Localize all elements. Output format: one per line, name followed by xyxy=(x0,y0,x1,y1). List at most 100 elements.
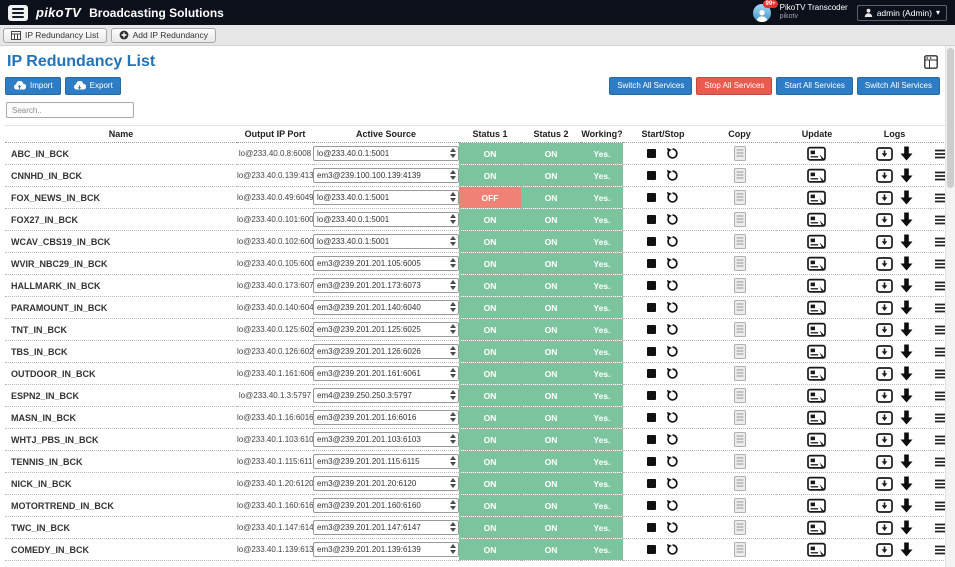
download-icon[interactable] xyxy=(900,388,913,403)
stop-icon[interactable] xyxy=(647,259,657,269)
log-file-icon[interactable] xyxy=(875,168,893,183)
stop-icon[interactable] xyxy=(647,149,657,159)
copy-icon[interactable] xyxy=(733,410,746,426)
update-icon[interactable] xyxy=(806,520,828,536)
user-menu[interactable]: admin (Admin) ▾ xyxy=(856,4,947,21)
active-source-select[interactable]: em3@239.201.201.173:6073 xyxy=(313,278,459,294)
log-file-icon[interactable] xyxy=(875,432,893,447)
stop-icon[interactable] xyxy=(647,347,657,357)
stop-icon[interactable] xyxy=(647,457,657,467)
stop-icon[interactable] xyxy=(647,215,657,225)
vertical-scrollbar[interactable] xyxy=(945,46,955,567)
log-file-icon[interactable] xyxy=(875,300,893,315)
restart-icon[interactable] xyxy=(666,213,679,226)
download-icon[interactable] xyxy=(900,454,913,469)
copy-icon[interactable] xyxy=(733,278,746,294)
log-file-icon[interactable] xyxy=(875,212,893,227)
active-source-select[interactable]: em3@239.201.201.161:6061 xyxy=(313,366,459,382)
stop-icon[interactable] xyxy=(647,171,657,181)
log-file-icon[interactable] xyxy=(875,278,893,293)
update-icon[interactable] xyxy=(806,476,828,492)
active-source-select[interactable]: lo@233.40.0.1:5001 xyxy=(313,190,459,206)
download-icon[interactable] xyxy=(900,344,913,359)
update-icon[interactable] xyxy=(806,278,828,294)
active-source-select[interactable]: lo@233.40.0.1:5001 xyxy=(313,212,459,228)
download-icon[interactable] xyxy=(900,476,913,491)
export-button[interactable]: Export xyxy=(64,77,121,95)
log-file-icon[interactable] xyxy=(875,190,893,205)
avatar[interactable]: 99+ xyxy=(752,0,778,22)
active-source-select[interactable]: em3@239.201.201.105:6005 xyxy=(313,256,459,272)
download-icon[interactable] xyxy=(900,278,913,293)
copy-icon[interactable] xyxy=(733,366,746,382)
log-file-icon[interactable] xyxy=(875,454,893,469)
copy-icon[interactable] xyxy=(733,234,746,250)
log-file-icon[interactable] xyxy=(875,322,893,337)
stop-icon[interactable] xyxy=(647,435,657,445)
restart-icon[interactable] xyxy=(666,191,679,204)
log-file-icon[interactable] xyxy=(875,388,893,403)
download-icon[interactable] xyxy=(900,432,913,447)
copy-icon[interactable] xyxy=(733,322,746,338)
copy-icon[interactable] xyxy=(733,146,746,162)
download-icon[interactable] xyxy=(900,212,913,227)
download-icon[interactable] xyxy=(900,498,913,513)
active-source-select[interactable]: em3@239.201.201.126:6026 xyxy=(313,344,459,360)
update-icon[interactable] xyxy=(806,300,828,316)
stop-icon[interactable] xyxy=(647,479,657,489)
stop-icon[interactable] xyxy=(647,391,657,401)
active-source-select[interactable]: em3@239.201.201.125:6025 xyxy=(313,322,459,338)
update-icon[interactable] xyxy=(806,542,828,558)
restart-icon[interactable] xyxy=(666,455,679,468)
copy-icon[interactable] xyxy=(733,190,746,206)
copy-icon[interactable] xyxy=(733,476,746,492)
stop-icon[interactable] xyxy=(647,303,657,313)
active-source-select[interactable]: em3@239.201.201.139:6139 xyxy=(313,542,459,558)
download-icon[interactable] xyxy=(900,256,913,271)
update-icon[interactable] xyxy=(806,146,828,162)
log-file-icon[interactable] xyxy=(875,344,893,359)
restart-icon[interactable] xyxy=(666,147,679,160)
log-file-icon[interactable] xyxy=(875,146,893,161)
update-icon[interactable] xyxy=(806,498,828,514)
restart-icon[interactable] xyxy=(666,499,679,512)
log-file-icon[interactable] xyxy=(875,520,893,535)
switch-all-services-button-2[interactable]: Switch All Services xyxy=(856,77,940,95)
stop-icon[interactable] xyxy=(647,237,657,247)
download-icon[interactable] xyxy=(900,190,913,205)
active-source-select[interactable]: em4@239.250.250.3:5797 xyxy=(313,388,459,404)
log-file-icon[interactable] xyxy=(875,498,893,513)
update-icon[interactable] xyxy=(806,388,828,404)
update-icon[interactable] xyxy=(806,410,828,426)
restart-icon[interactable] xyxy=(666,169,679,182)
restart-icon[interactable] xyxy=(666,411,679,424)
copy-icon[interactable] xyxy=(733,542,746,558)
download-icon[interactable] xyxy=(900,410,913,425)
stop-all-services-button[interactable]: Stop All Services xyxy=(696,77,773,95)
download-icon[interactable] xyxy=(900,542,913,557)
download-icon[interactable] xyxy=(900,322,913,337)
update-icon[interactable] xyxy=(806,234,828,250)
table-settings-icon[interactable] xyxy=(924,55,938,69)
restart-icon[interactable] xyxy=(666,301,679,314)
copy-icon[interactable] xyxy=(733,520,746,536)
active-source-select[interactable]: em3@239.201.201.140:6040 xyxy=(313,300,459,316)
search-input[interactable] xyxy=(6,102,134,119)
restart-icon[interactable] xyxy=(666,235,679,248)
download-icon[interactable] xyxy=(900,168,913,183)
active-source-select[interactable]: em3@239.201.201.160:6160 xyxy=(313,498,459,514)
copy-icon[interactable] xyxy=(733,498,746,514)
restart-icon[interactable] xyxy=(666,345,679,358)
scrollbar-thumb[interactable] xyxy=(947,48,954,188)
restart-icon[interactable] xyxy=(666,521,679,534)
tab-add-ip-redundancy[interactable]: Add IP Redundancy xyxy=(110,27,217,43)
download-icon[interactable] xyxy=(900,300,913,315)
restart-icon[interactable] xyxy=(666,389,679,402)
update-icon[interactable] xyxy=(806,366,828,382)
download-icon[interactable] xyxy=(900,234,913,249)
copy-icon[interactable] xyxy=(733,388,746,404)
active-source-select[interactable]: em3@239.201.201.147:6147 xyxy=(313,520,459,536)
log-file-icon[interactable] xyxy=(875,366,893,381)
switch-all-services-button-1[interactable]: Switch All Services xyxy=(609,77,693,95)
restart-icon[interactable] xyxy=(666,367,679,380)
